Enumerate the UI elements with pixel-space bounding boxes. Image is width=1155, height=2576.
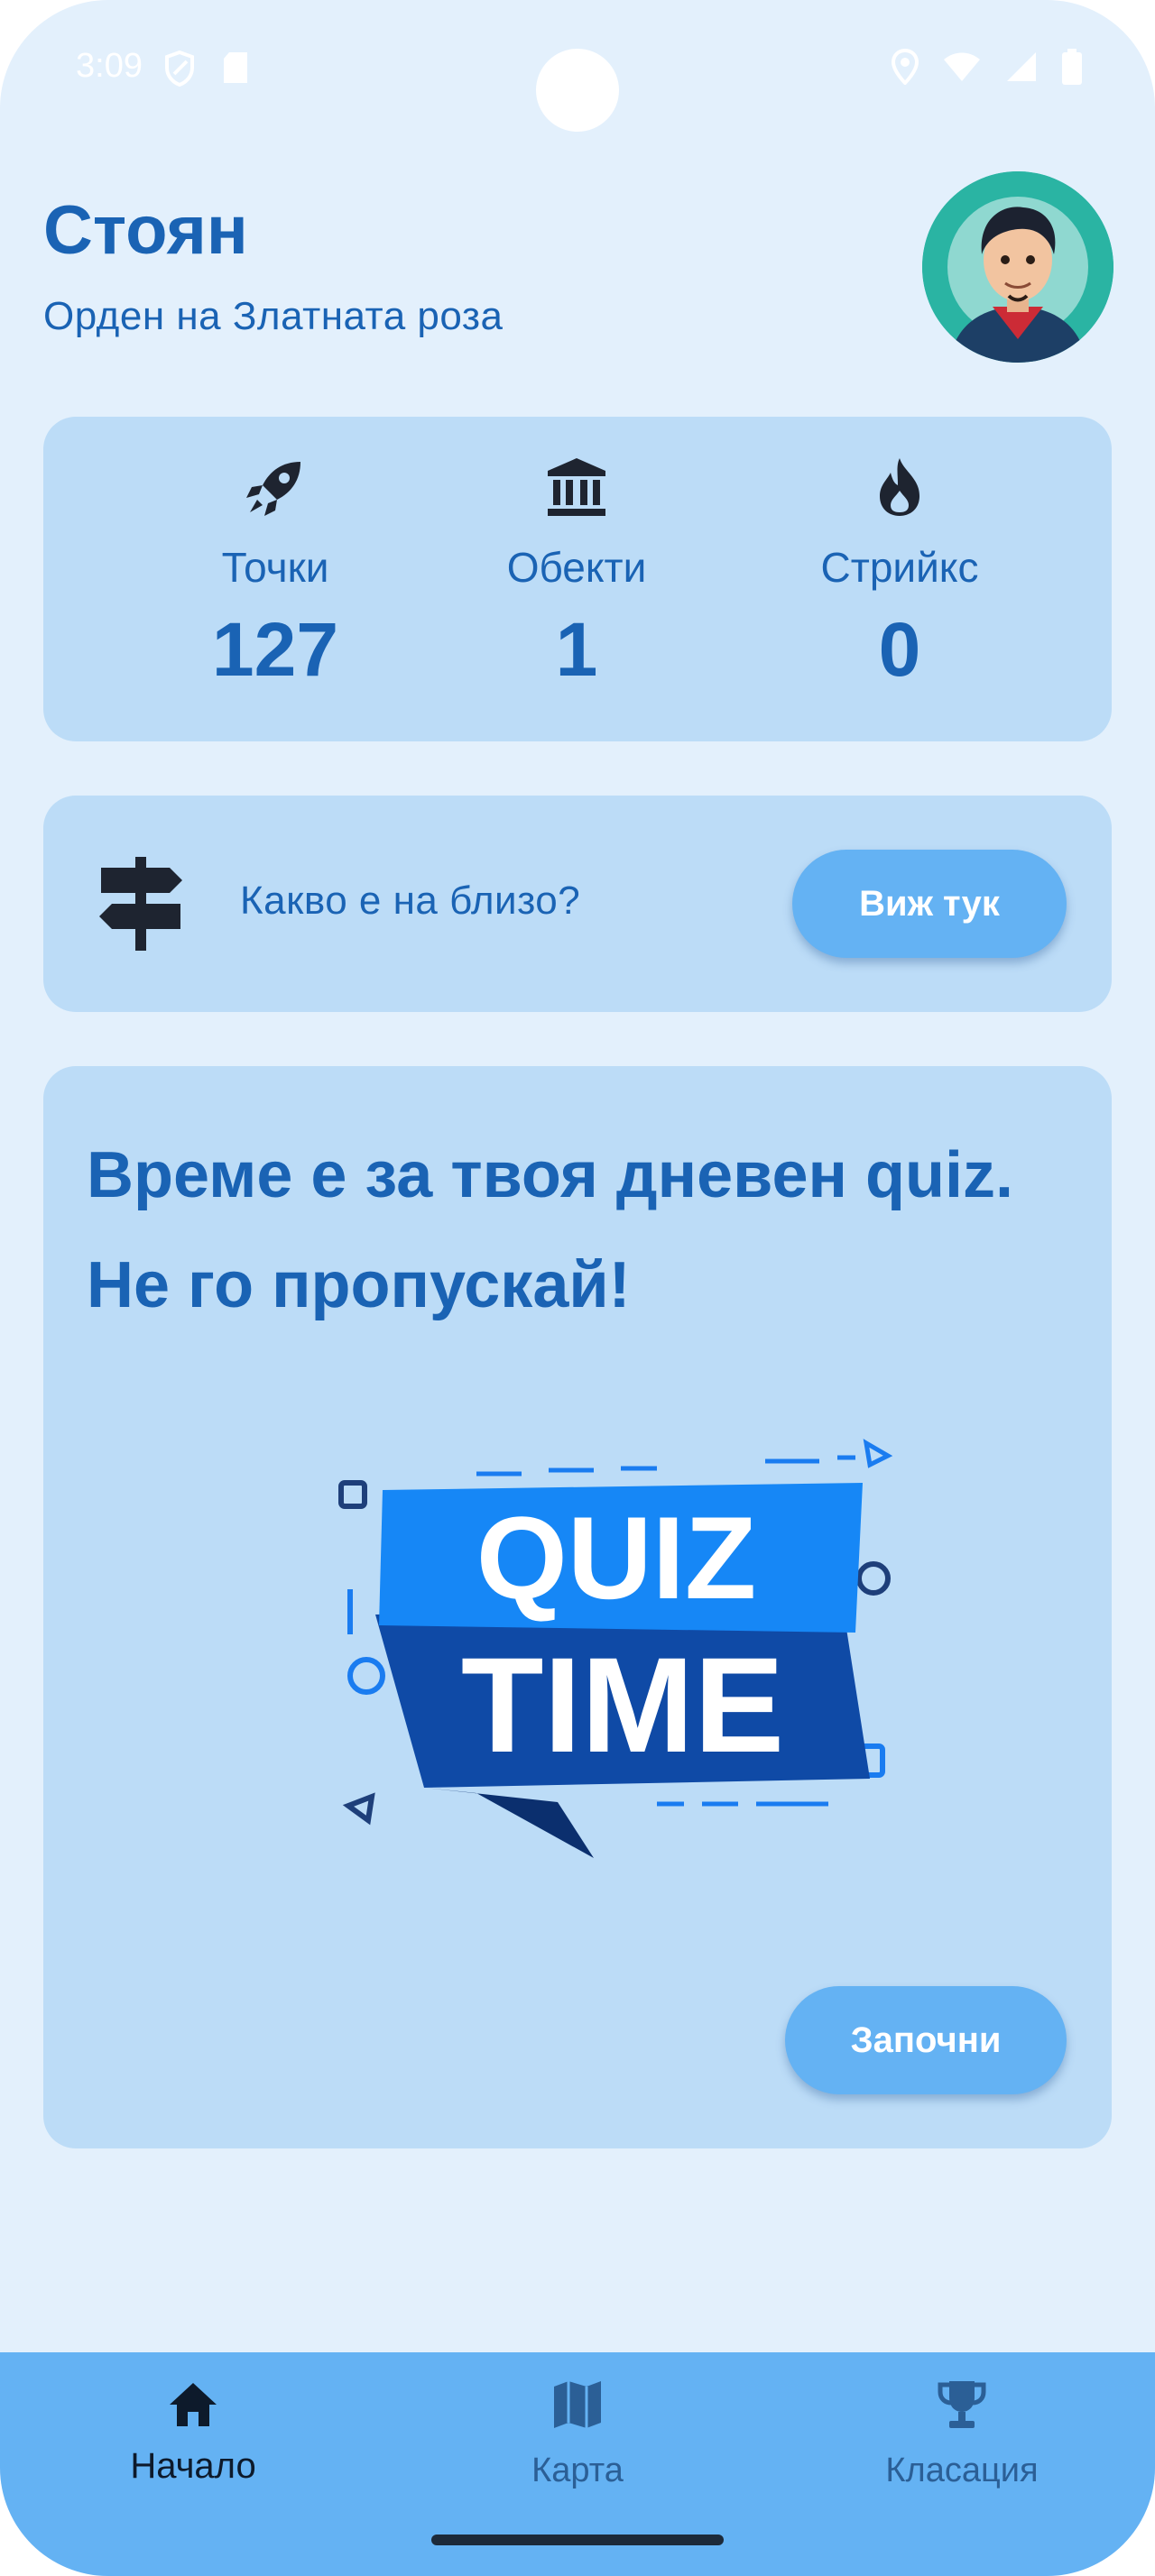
location-icon (891, 48, 919, 89)
fire-icon (880, 458, 919, 516)
stat-objects-value: 1 (555, 607, 598, 692)
museum-icon (548, 458, 605, 516)
camera-cutout (536, 49, 619, 132)
battery-icon (1061, 49, 1083, 89)
rocket-icon (246, 462, 300, 516)
start-quiz-button[interactable]: Започни (785, 1986, 1067, 2094)
quiz-time-illustration: QUIZ TIME (338, 1439, 893, 1858)
stat-points-value: 127 (211, 607, 339, 692)
signpost-icon (99, 857, 182, 951)
nav-item-leaderboard[interactable]: Класация (827, 2352, 1097, 2533)
user-name: Стоян (43, 192, 248, 269)
nav-item-home[interactable]: Начало (58, 2352, 328, 2533)
signal-icon (1005, 51, 1038, 87)
nav-label-leaderboard: Класация (885, 2452, 1039, 2489)
status-time: 3:09 (76, 47, 143, 85)
map-icon (554, 2381, 601, 2428)
avatar[interactable] (922, 171, 1113, 363)
shield-icon (164, 50, 195, 91)
wifi-icon (942, 51, 982, 87)
stat-streaks-label: Стрийкс (820, 544, 979, 591)
sd-card-icon (222, 51, 249, 91)
stat-streaks-value: 0 (878, 607, 921, 692)
quiz-heading: Време е за твоя дневен quiz. Не го пропу… (87, 1139, 1013, 1321)
status-bar: 3:09 (0, 0, 1155, 135)
home-icon (170, 2383, 217, 2426)
nav-item-map[interactable]: Карта (442, 2352, 713, 2533)
stats-card: Точки 127 Обекти 1 Стрийкс 0 (43, 417, 1112, 741)
avatar-icon (922, 171, 1113, 363)
stat-points-label: Точки (221, 544, 329, 591)
nearby-text: Какво е на близо? (240, 879, 581, 923)
trophy-icon (938, 2381, 986, 2428)
home-indicator[interactable] (431, 2535, 724, 2545)
nearby-card: Какво е на близо? Виж тук (43, 796, 1112, 1012)
user-rank-title: Орден на Златната роза (43, 294, 504, 338)
see-nearby-button[interactable]: Виж тук (792, 850, 1067, 958)
nav-label-home: Начало (130, 2446, 256, 2486)
stat-objects-label: Обекти (506, 544, 647, 591)
phone-screen: 3:09 Стоян Орден на Златната роза Точки … (0, 0, 1155, 2576)
quiz-image-text-1: QUIZ (476, 1492, 757, 1624)
quiz-image-text-2: TIME (461, 1629, 784, 1780)
quiz-card: Време е за твоя дневен quiz. Не го пропу… (43, 1066, 1112, 2148)
nav-label-map: Карта (531, 2452, 624, 2489)
